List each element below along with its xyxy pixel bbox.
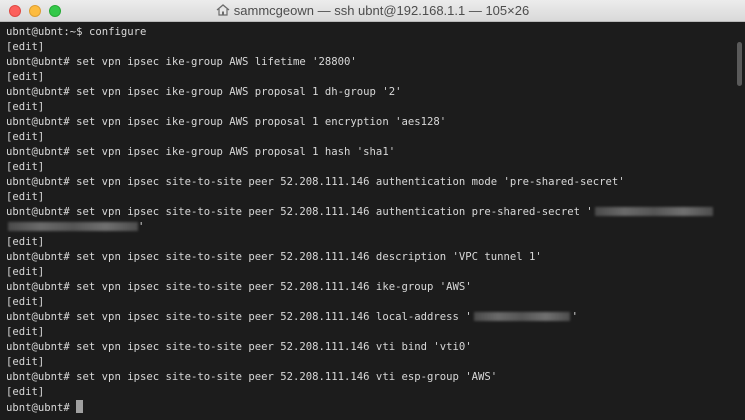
command-text: set vpn ipsec site-to-site peer 52.208.1…	[76, 281, 472, 293]
vertical-scrollbar[interactable]	[734, 22, 745, 420]
terminal-cursor	[75, 400, 83, 413]
config-prompt: ubnt@ubnt#	[6, 371, 70, 383]
edit-marker-line: [edit]	[6, 386, 45, 398]
edit-marker-line: [edit]	[6, 131, 45, 143]
config-prompt: ubnt@ubnt#	[6, 311, 70, 323]
config-prompt: ubnt@ubnt#	[6, 251, 70, 263]
terminal-line: ubnt@ubnt# set vpn ipsec site-to-site pe…	[6, 310, 734, 325]
terminal-line-wrapped: ubnt@ubnt# set vpn ipsec site-to-site pe…	[6, 205, 734, 235]
command-text: set vpn ipsec site-to-site peer 52.208.1…	[76, 206, 593, 218]
title-bar[interactable]: sammcgeown — ssh ubnt@192.168.1.1 — 105×…	[0, 0, 745, 22]
config-prompt: ubnt@ubnt#	[6, 402, 70, 414]
terminal-line: ubnt@ubnt# set vpn ipsec site-to-site pe…	[6, 280, 734, 295]
edit-marker-line: [edit]	[6, 356, 45, 368]
edit-marker-line: [edit]	[6, 191, 45, 203]
command-text: set vpn ipsec ike-group AWS lifetime '28…	[76, 56, 357, 68]
config-prompt: ubnt@ubnt#	[6, 116, 70, 128]
terminal-line: ubnt@ubnt# set vpn ipsec ike-group AWS p…	[6, 115, 734, 130]
edit-marker-line: [edit]	[6, 296, 45, 308]
config-prompt: ubnt@ubnt#	[6, 176, 70, 188]
home-folder-icon	[216, 4, 230, 16]
edit-marker-line: [edit]	[6, 161, 45, 173]
redacted-local-address	[473, 312, 570, 321]
edit-marker-line: [edit]	[6, 326, 45, 338]
window-title-text: sammcgeown — ssh ubnt@192.168.1.1 — 105×…	[233, 3, 530, 18]
terminal-line: ubnt@ubnt# set vpn ipsec ike-group AWS l…	[6, 55, 734, 70]
terminal-line: ubnt@ubnt# set vpn ipsec ike-group AWS p…	[6, 85, 734, 100]
redacted-secret-continued	[8, 222, 138, 231]
config-prompt: ubnt@ubnt#	[6, 281, 70, 293]
command-text-closing-quote: '	[571, 311, 578, 323]
edit-marker-line: [edit]	[6, 101, 45, 113]
command-text: set vpn ipsec ike-group AWS proposal 1 e…	[76, 116, 447, 128]
config-prompt: ubnt@ubnt#	[6, 206, 70, 218]
config-prompt: ubnt@ubnt#	[6, 146, 70, 158]
terminal-line: ubnt@ubnt# set vpn ipsec site-to-site pe…	[6, 370, 734, 385]
terminal-line: ubnt@ubnt# set vpn ipsec site-to-site pe…	[6, 340, 734, 355]
command-text: configure	[88, 26, 147, 38]
terminal-output[interactable]: ubnt@ubnt:~$ configure [edit] ubnt@ubnt#…	[0, 22, 734, 420]
config-prompt: ubnt@ubnt#	[6, 341, 70, 353]
shell-prompt: ubnt@ubnt:~$	[6, 26, 83, 38]
terminal-line: ubnt@ubnt# set vpn ipsec site-to-site pe…	[6, 175, 734, 190]
window-title: sammcgeown — ssh ubnt@192.168.1.1 — 105×…	[0, 3, 745, 18]
edit-marker-line: [edit]	[6, 236, 45, 248]
config-prompt: ubnt@ubnt#	[6, 86, 70, 98]
terminal-line: ubnt@ubnt# set vpn ipsec site-to-site pe…	[6, 250, 734, 265]
config-prompt: ubnt@ubnt#	[6, 56, 70, 68]
command-text: set vpn ipsec site-to-site peer 52.208.1…	[76, 371, 498, 383]
redacted-secret	[594, 207, 713, 216]
terminal-input-line[interactable]: ubnt@ubnt#	[6, 400, 734, 415]
command-text: set vpn ipsec site-to-site peer 52.208.1…	[76, 311, 472, 323]
command-text: set vpn ipsec site-to-site peer 52.208.1…	[76, 341, 472, 353]
scrollbar-thumb[interactable]	[737, 42, 742, 86]
command-text: set vpn ipsec ike-group AWS proposal 1 h…	[76, 146, 396, 158]
edit-marker-line: [edit]	[6, 71, 45, 83]
terminal-line: ubnt@ubnt# set vpn ipsec ike-group AWS p…	[6, 145, 734, 160]
edit-marker-line: [edit]	[6, 41, 45, 53]
terminal-line: ubnt@ubnt:~$ configure	[6, 25, 734, 40]
edit-marker-line: [edit]	[6, 266, 45, 278]
terminal-window: sammcgeown — ssh ubnt@192.168.1.1 — 105×…	[0, 0, 745, 420]
command-text: set vpn ipsec ike-group AWS proposal 1 d…	[76, 86, 402, 98]
command-text-closing-quote: '	[138, 221, 145, 233]
command-text: set vpn ipsec site-to-site peer 52.208.1…	[76, 251, 542, 263]
command-text: set vpn ipsec site-to-site peer 52.208.1…	[76, 176, 625, 188]
